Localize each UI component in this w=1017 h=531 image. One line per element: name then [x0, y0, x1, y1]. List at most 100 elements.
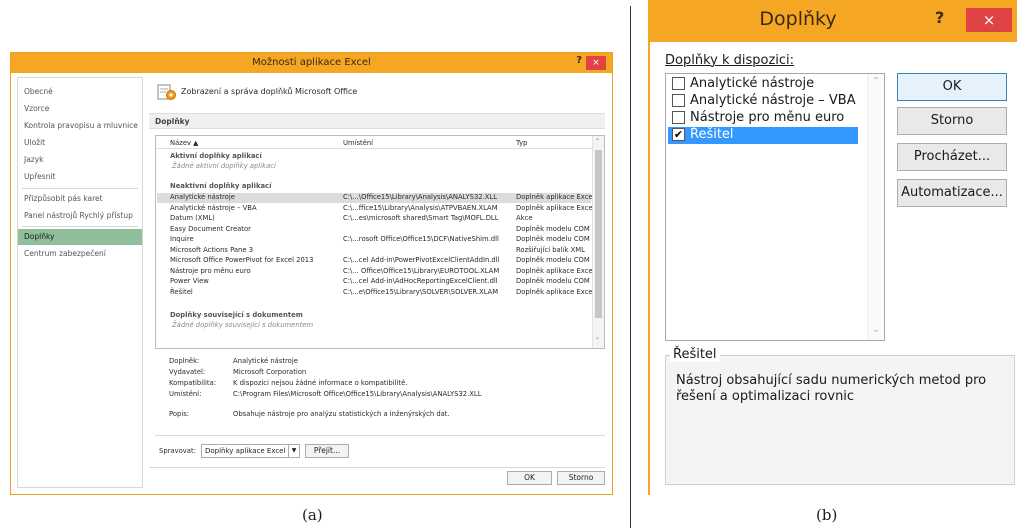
- row-name-cell: Power View: [170, 277, 209, 285]
- excel-options-window: Možnosti aplikace Excel ? × Obecné Vzorc…: [10, 52, 613, 495]
- chevron-down-icon[interactable]: ▼: [288, 445, 299, 457]
- addins-dialog: Doplňky ? × Doplňky k dispozici: Analyti…: [648, 0, 1017, 495]
- row-name-cell: Nástroje pro měnu euro: [170, 266, 251, 275]
- help-button[interactable]: ?: [576, 55, 582, 66]
- detail-addin-label: Doplněk:: [169, 357, 200, 365]
- close-button[interactable]: ×: [966, 8, 1012, 32]
- list-item[interactable]: Analytické nástroje – VBA: [668, 93, 858, 110]
- table-row[interactable]: Easy Document Creator Doplněk modelu COM: [156, 225, 592, 235]
- table-scrollbar[interactable]: ⌃ ⌄: [592, 136, 604, 348]
- table-row[interactable]: Inquire C:\...rosoft Office\Office15\DCF\…: [156, 235, 592, 245]
- row-type-cell: Doplněk aplikace Excel: [516, 193, 595, 201]
- nav-item-trust-center[interactable]: Centrum zabezpečení: [18, 246, 142, 262]
- column-header-name[interactable]: Název ▲: [170, 139, 198, 147]
- nav-item-advanced[interactable]: Upřesnit: [18, 169, 142, 185]
- checkbox-checked[interactable]: ✔: [672, 128, 685, 141]
- row-name-cell: Analytické nástroje – VBA: [170, 203, 257, 212]
- description-line: Nástroj obsahující sadu numerických meto…: [676, 373, 987, 388]
- description-title: Řešitel: [670, 347, 720, 362]
- divider: [149, 467, 605, 468]
- help-button[interactable]: ?: [935, 8, 944, 27]
- list-scrollbar[interactable]: ⌃ ⌄: [867, 74, 884, 340]
- row-location-cell: C:\...cel Add-in\AdHocReportingExcelClie…: [343, 277, 498, 285]
- section-bar: Doplňky: [149, 113, 605, 129]
- table-row[interactable]: Analytické nástroje C:\...\Office15\Libra…: [156, 193, 595, 203]
- nav-item-ribbon[interactable]: Přizpůsobit pás karet: [18, 191, 142, 207]
- nav-divider: [22, 188, 138, 189]
- detail-desc-label: Popis:: [169, 410, 190, 418]
- row-name-cell: Inquire: [170, 235, 194, 243]
- list-item[interactable]: Nástroje pro měnu euro: [668, 110, 858, 127]
- table-row[interactable]: Analytické nástroje – VBA C:\...ffice15\L…: [156, 203, 595, 214]
- dialog-title: Doplňky: [759, 8, 837, 30]
- scroll-up-icon[interactable]: ⌃: [868, 76, 884, 87]
- detail-compat-value: K dispozici nejsou žádné informace o kom…: [233, 379, 408, 387]
- scroll-down-icon[interactable]: ⌄: [595, 334, 600, 341]
- list-item-selected[interactable]: ✔ Řešitel: [668, 127, 858, 144]
- row-name-cell: Microsoft Actions Pane 3: [170, 245, 254, 254]
- table-header: Název ▲ Umístění Typ: [156, 136, 592, 149]
- browse-button[interactable]: Procházet...: [897, 143, 1007, 171]
- column-header-location[interactable]: Umístění: [343, 139, 373, 147]
- scroll-down-icon[interactable]: ⌄: [868, 324, 884, 335]
- manage-select-value: Doplňky aplikace Excel: [205, 447, 286, 455]
- detail-addin-value: Analytické nástroje: [233, 357, 298, 365]
- row-type-cell: Doplněk aplikace Excel: [516, 266, 595, 275]
- row-name-cell: Easy Document Creator: [170, 224, 251, 233]
- cancel-button[interactable]: Storno: [897, 107, 1007, 135]
- addins-list[interactable]: Analytické nástroje Analytické nástroje …: [665, 73, 885, 341]
- nav-item-language[interactable]: Jazyk: [18, 152, 142, 168]
- detail-compat-label: Kompatibilita:: [169, 379, 217, 387]
- nav-item-quick-access[interactable]: Panel nástrojů Rychlý přístup: [18, 208, 142, 224]
- nav-item-vzorce[interactable]: Vzorce: [18, 101, 142, 117]
- table-row[interactable]: Microsoft Actions Pane 3 Rozšiřující balí…: [156, 246, 592, 256]
- column-header-type[interactable]: Typ: [516, 139, 527, 147]
- row-location-cell: C:\...es\microsoft shared\Smart Tag\MOFL…: [343, 214, 499, 222]
- checkbox[interactable]: [672, 94, 685, 107]
- row-location-cell: C:\...cel Add-in\PowerPivotExcelClientAd…: [343, 256, 500, 264]
- row-name-cell: Datum (XML): [170, 214, 215, 222]
- manage-select[interactable]: Doplňky aplikace Excel ▼: [201, 444, 300, 458]
- close-button[interactable]: ×: [586, 56, 606, 70]
- cancel-button[interactable]: Storno: [557, 471, 605, 485]
- table-row[interactable]: Microsoft Office PowerPivot for Excel 20…: [156, 256, 592, 266]
- scroll-up-icon[interactable]: ⌃: [595, 138, 600, 145]
- automation-button[interactable]: Automatizace...: [897, 179, 1007, 207]
- list-label: Doplňky k dispozici:: [665, 53, 795, 68]
- caption-a: (a): [302, 506, 323, 524]
- addins-icon: [157, 84, 176, 100]
- scroll-thumb[interactable]: [595, 150, 602, 318]
- table-row[interactable]: Datum (XML) C:\...es\microsoft shared\Sma…: [156, 214, 592, 224]
- options-nav: Obecné Vzorce Kontrola pravopisu a mluvn…: [17, 77, 143, 488]
- nav-item-obecne[interactable]: Obecné: [18, 84, 142, 100]
- list-item[interactable]: Analytické nástroje: [668, 76, 858, 93]
- go-button[interactable]: Přejít...: [305, 444, 349, 458]
- row-name-cell: Microsoft Office PowerPivot for Excel 20…: [170, 256, 314, 264]
- row-name-cell: Analytické nástroje: [170, 193, 235, 201]
- addins-table[interactable]: Název ▲ Umístění Typ Aktivní doplňky apl…: [155, 135, 605, 349]
- description-line: řešení a optimalizaci rovnic: [676, 389, 855, 404]
- list-item-label: Nástroje pro měnu euro: [690, 110, 845, 125]
- check-icon: ✔: [673, 128, 684, 141]
- detail-publisher-label: Vydavatel:: [169, 368, 206, 376]
- row-type-cell: Akce: [516, 214, 533, 222]
- ok-button[interactable]: OK: [897, 73, 1007, 101]
- section-title: Doplňky: [155, 117, 190, 126]
- row-type-cell: Doplněk modelu COM: [516, 224, 590, 233]
- manage-label: Spravovat:: [159, 447, 196, 455]
- detail-location-label: Umístění:: [169, 390, 202, 398]
- checkbox[interactable]: [672, 77, 685, 90]
- row-type-cell: Doplněk modelu COM: [516, 256, 590, 264]
- table-row[interactable]: Řešitel C:\...e\Office15\Library\SOLVER\S…: [156, 288, 595, 298]
- group-doc-title: Doplňky související s dokumentem: [170, 311, 303, 319]
- list-item-label: Analytické nástroje: [690, 76, 815, 91]
- ok-button[interactable]: OK: [507, 471, 552, 485]
- nav-item-addins[interactable]: Doplňky: [18, 229, 142, 245]
- table-row[interactable]: Nástroje pro měnu euro C:\... Office\Offi…: [156, 266, 595, 277]
- checkbox[interactable]: [672, 111, 685, 124]
- nav-item-save[interactable]: Uložit: [18, 135, 142, 151]
- nav-item-proofing[interactable]: Kontrola pravopisu a mluvnice: [18, 118, 142, 134]
- list-item-label: Řešitel: [690, 127, 734, 142]
- addins-pane: Zobrazení a správa doplňků Microsoft Off…: [147, 77, 609, 488]
- table-row[interactable]: Power View C:\...cel Add-in\AdHocReportin…: [156, 277, 592, 287]
